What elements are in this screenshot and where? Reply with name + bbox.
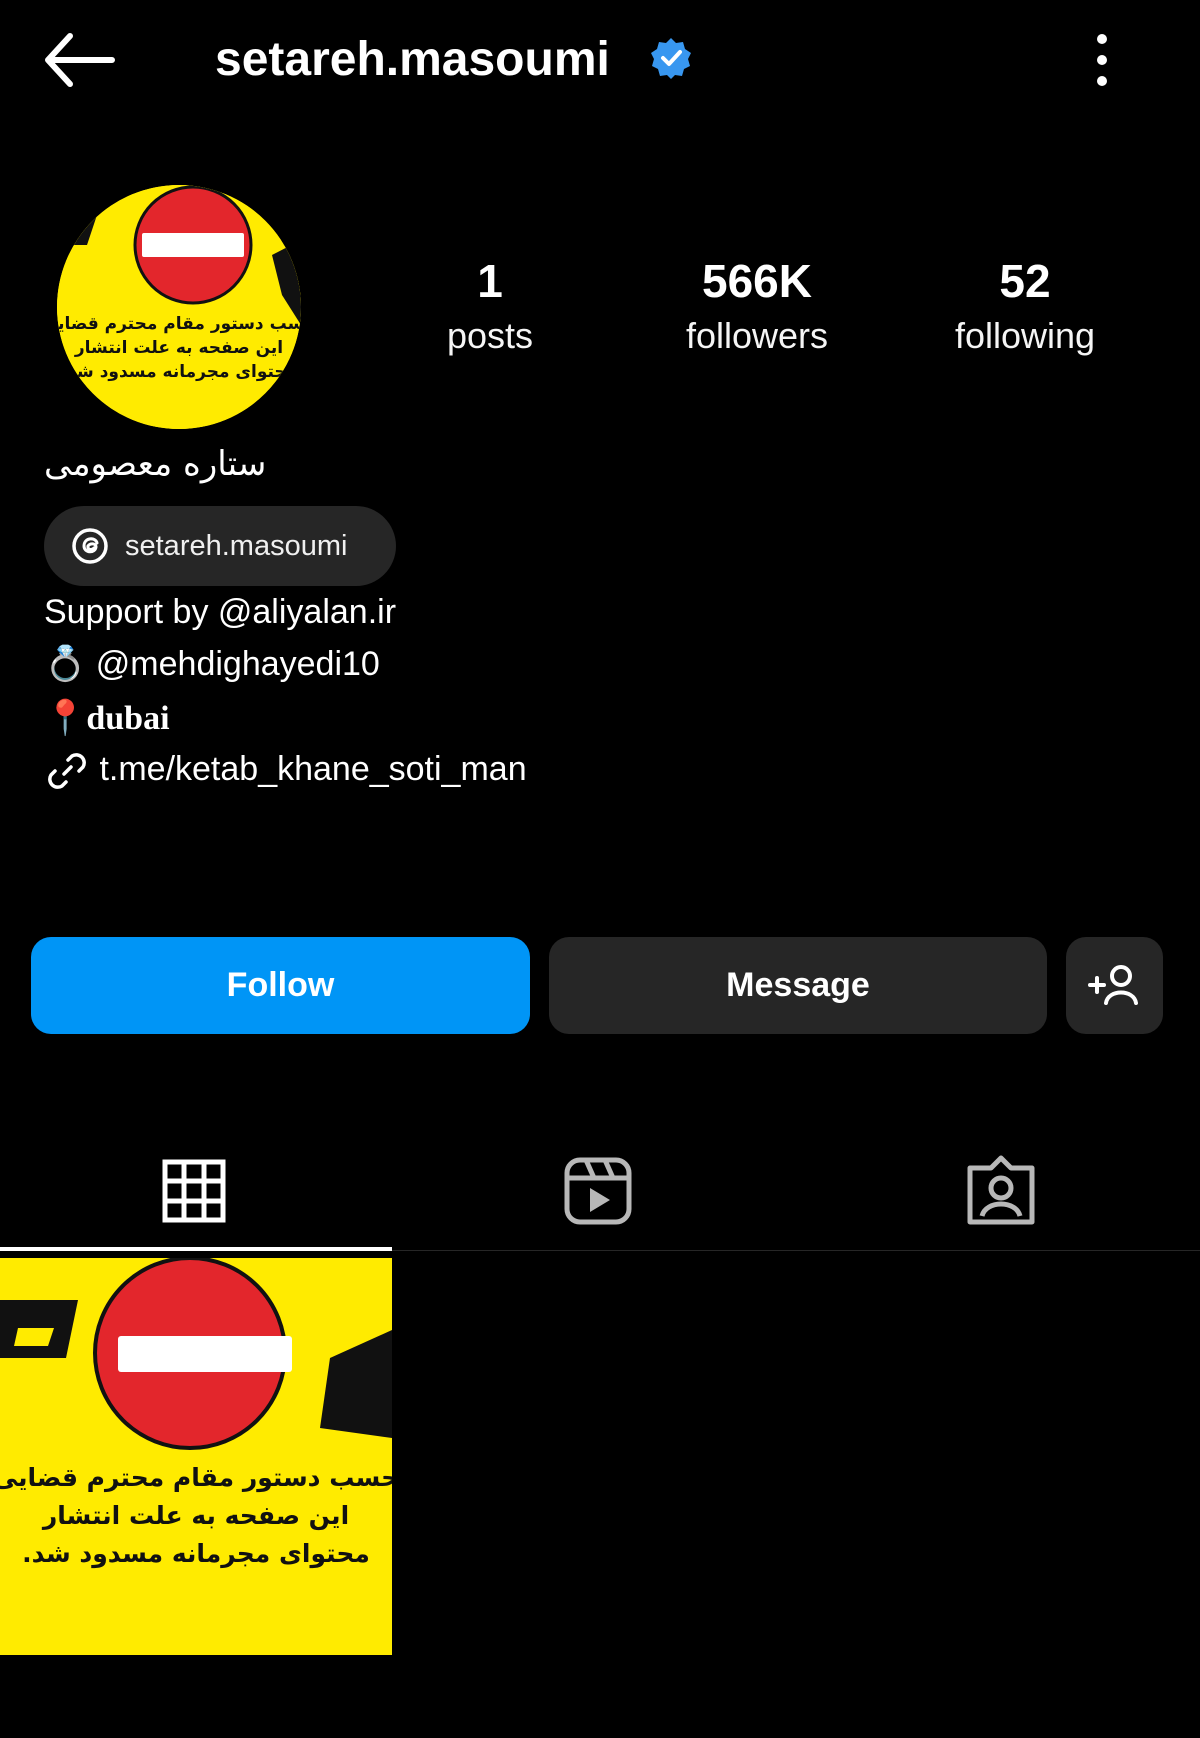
bio-location-line: 📍dubai <box>44 695 170 743</box>
threads-profile-chip[interactable]: setareh.masoumi <box>44 506 396 586</box>
threads-icon <box>72 528 108 564</box>
back-button[interactable] <box>40 28 116 92</box>
avatar-banner-line2: این صفحه به علت انتشار <box>74 338 283 358</box>
post-banner-line1: حسب دستور مقام محترم قضایی <box>0 1463 392 1493</box>
posts-count: 1 <box>477 255 503 307</box>
bio-partner-mention[interactable]: @mehdighayedi10 <box>96 645 380 683</box>
tab-tagged[interactable] <box>800 1130 1200 1250</box>
stat-followers[interactable]: 566K followers <box>637 250 877 360</box>
following-label: following <box>954 315 1096 356</box>
posts-label: posts <box>446 315 534 356</box>
ring-emoji-icon: 💍 <box>44 645 87 683</box>
profile-avatar[interactable]: حسب دستور مقام محترم قضایی این صفحه به ع… <box>57 185 301 429</box>
link-icon <box>48 753 86 789</box>
stat-posts: 1 posts <box>370 250 610 360</box>
arrow-left-icon <box>45 33 115 87</box>
stat-following[interactable]: 52 following <box>905 250 1145 360</box>
tagged-icon <box>967 1155 1035 1225</box>
tab-posts-grid[interactable] <box>0 1130 400 1250</box>
more-options-button[interactable] <box>1080 30 1124 90</box>
post-thumbnail[interactable]: حسب دستور مقام محترم قضایی این صفحه به ع… <box>0 1258 392 1655</box>
follow-button[interactable]: Follow <box>31 937 530 1034</box>
followers-label: followers <box>685 315 829 356</box>
add-user-icon <box>1088 965 1138 1005</box>
bio-support-line: Support by @aliyalan.ir <box>44 593 397 631</box>
profile-full-name: ستاره معصومی <box>44 444 267 484</box>
bio-partner-line: 💍 @mehdighayedi10 <box>44 640 380 688</box>
following-count: 52 <box>999 255 1051 307</box>
post-banner-line2: این صفحه به علت انتشار <box>41 1501 349 1531</box>
bio-external-link[interactable]: t.me/ketab_khane_soti_man <box>44 745 527 794</box>
followers-count: 566K <box>702 255 812 307</box>
grid-icon <box>162 1159 226 1223</box>
pin-emoji-icon: 📍 <box>44 700 87 737</box>
avatar-banner-line1: حسب دستور مقام محترم قضایی <box>57 314 301 334</box>
bio-link-text: t.me/ketab_khane_soti_man <box>99 750 527 788</box>
active-tab-indicator <box>0 1247 392 1251</box>
post-banner-line3: محتوای مجرمانه مسدود شد. <box>22 1539 370 1569</box>
more-vertical-icon <box>1097 34 1107 86</box>
threads-username: setareh.masoumi <box>125 530 348 562</box>
verified-badge-icon <box>650 37 692 79</box>
bio-location-text: dubai <box>86 700 170 737</box>
message-button[interactable]: Message <box>549 937 1047 1034</box>
avatar-banner-line3: محتوای مجرمانه مسدود شد. <box>61 362 297 382</box>
profile-username-title: setareh.masoumi <box>215 33 610 86</box>
suggested-users-button[interactable] <box>1066 937 1163 1034</box>
reels-icon <box>564 1157 632 1225</box>
tab-reels[interactable] <box>400 1130 800 1250</box>
